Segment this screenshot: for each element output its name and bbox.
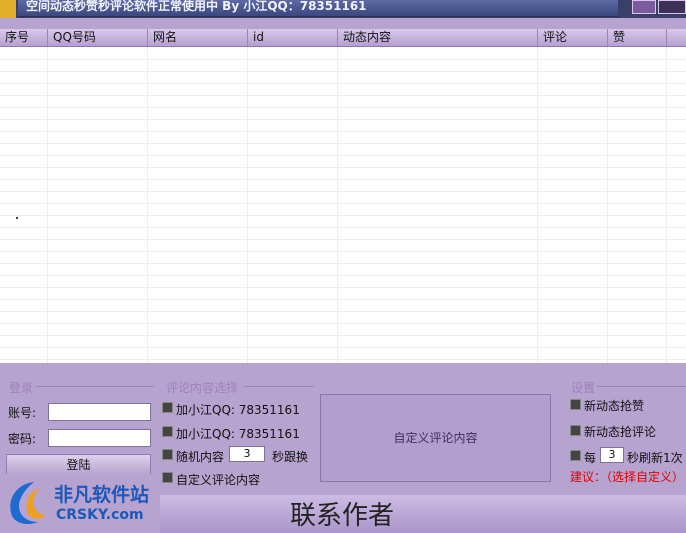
refresh-interval-input[interactable]: 3: [600, 447, 624, 463]
list-row-divider: [0, 59, 686, 60]
column-header-index[interactable]: 序号: [0, 29, 47, 46]
list-row-divider: [0, 347, 686, 348]
refresh-checkbox[interactable]: [570, 450, 581, 461]
watermark-cn: 非凡软件站: [54, 484, 150, 506]
column-header-content[interactable]: 动态内容: [337, 29, 537, 46]
title-bar: 空间动态秒赞秒评论软件正常使用中 By 小江QQ：78351161: [0, 0, 686, 18]
comment-option3-suffix: 秒跟换: [272, 450, 309, 464]
window-title: 空间动态秒赞秒评论软件正常使用中 By 小江QQ：78351161: [26, 0, 367, 13]
like-new-checkbox[interactable]: [570, 399, 581, 410]
comment-option2-label: 加小江QQ: 78351161: [176, 427, 300, 441]
comment-option3-checkbox[interactable]: [162, 449, 173, 460]
list-row-divider: [0, 239, 686, 240]
list-row-divider: [0, 107, 686, 108]
list-row-divider: [0, 227, 686, 228]
column-header-qq[interactable]: QQ号码: [47, 29, 147, 46]
login-group-title: 登录: [9, 381, 34, 395]
comment-new-checkbox[interactable]: [570, 425, 581, 436]
refresh-suffix: 秒刷新1次: [627, 451, 683, 465]
list-row-divider: [0, 83, 686, 84]
login-button[interactable]: 登陆: [6, 454, 151, 476]
watermark-logo-icon: [10, 482, 46, 524]
comment-option3-prefix: 随机内容: [176, 450, 225, 464]
group-divider: [244, 386, 314, 387]
list-row-divider: [0, 275, 686, 276]
list-row-divider: [0, 299, 686, 300]
list-row-divider: [0, 143, 686, 144]
password-label: 密码:: [8, 432, 37, 446]
list-row-divider: [0, 287, 686, 288]
column-header-like[interactable]: 赞: [607, 29, 666, 46]
contact-author-label: 联系作者: [290, 501, 395, 531]
list-row-divider: [0, 251, 686, 252]
list-row-divider: [0, 359, 686, 360]
comment-group-title: 评论内容选择: [166, 381, 239, 395]
list-row-divider: [0, 191, 686, 192]
app-logo-icon: [0, 0, 16, 18]
list-row-divider: [0, 179, 686, 180]
like-new-label: 新动态抢赞: [584, 399, 645, 413]
column-header-extra: [666, 29, 686, 46]
list-row-divider: [0, 311, 686, 312]
contact-author-button[interactable]: [160, 495, 686, 533]
column-header-nickname[interactable]: 网名: [147, 29, 247, 46]
column-header-comment[interactable]: 评论: [537, 29, 607, 46]
group-divider: [36, 386, 154, 387]
comment-option1-checkbox[interactable]: [162, 402, 173, 413]
list-row-divider: [0, 335, 686, 336]
column-header-id[interactable]: id: [247, 29, 337, 46]
comment-option4-checkbox[interactable]: [162, 472, 173, 483]
comment-new-label: 新动态抢评论: [584, 425, 657, 439]
refresh-prefix: 每: [584, 451, 597, 465]
custom-comment-textarea[interactable]: 自定义评论内容: [320, 394, 551, 482]
list-row-divider: [0, 155, 686, 156]
list-row-divider: [0, 119, 686, 120]
list-row-divider: [0, 215, 686, 216]
list-header: 序号 QQ号码 网名 id 动态内容 评论 赞: [0, 29, 686, 47]
list-row-divider: [0, 167, 686, 168]
account-label: 账号:: [8, 406, 37, 420]
list-row-divider: [0, 263, 686, 264]
comment-option1-label: 加小江QQ: 78351161: [176, 403, 300, 417]
settings-group-title: 设置: [571, 381, 596, 395]
list-row-divider: [0, 131, 686, 132]
account-input[interactable]: [48, 403, 151, 421]
list-row-divider: [0, 323, 686, 324]
close-button[interactable]: [658, 0, 686, 14]
comment-option2-checkbox[interactable]: [162, 426, 173, 437]
random-interval-input[interactable]: 3: [229, 446, 265, 462]
password-input[interactable]: [48, 429, 151, 447]
list-row-divider: [0, 71, 686, 72]
list-marker: [16, 217, 18, 219]
watermark-en: CRSKY.com: [56, 507, 144, 523]
feed-list[interactable]: [0, 47, 686, 363]
minimize-button[interactable]: [632, 0, 656, 14]
list-row-divider: [0, 203, 686, 204]
list-row-divider: [0, 95, 686, 96]
suggestion-text: 建议：（选择自定义）: [570, 470, 685, 484]
group-divider: [597, 386, 686, 387]
comment-option4-label: 自定义评论内容: [176, 473, 261, 487]
